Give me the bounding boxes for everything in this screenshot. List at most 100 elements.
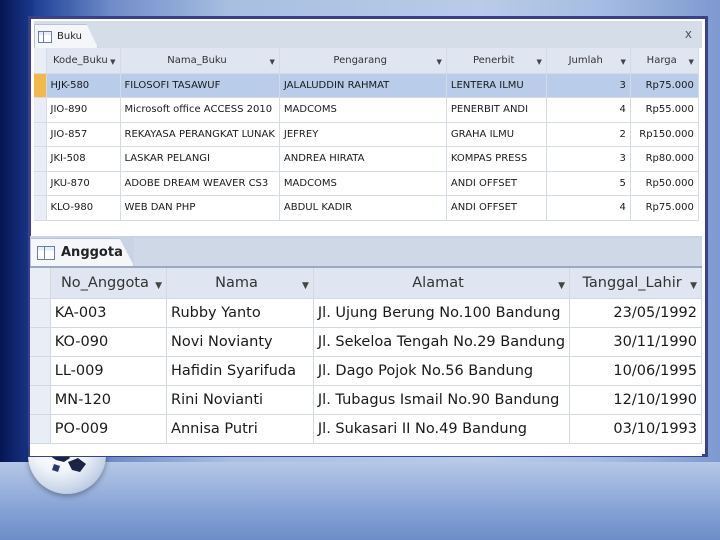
chevron-down-icon[interactable]: ▼ — [302, 281, 309, 291]
chevron-down-icon[interactable]: ▼ — [621, 58, 626, 66]
close-icon[interactable]: x — [685, 27, 692, 41]
cell-kode-buku[interactable]: KLO-980 — [46, 195, 121, 221]
record-selector[interactable] — [34, 97, 47, 123]
cell-penerbit[interactable]: ANDI OFFSET — [446, 195, 547, 221]
table-row[interactable]: PO-009 Annisa Putri Jl. Sukasari II No.4… — [30, 414, 702, 444]
column-header-jumlah[interactable]: Jumlah ▼ — [546, 48, 631, 74]
cell-tanggal-lahir[interactable]: 03/10/1993 — [569, 414, 702, 444]
column-header-nama-buku[interactable]: Nama_Buku ▼ — [120, 48, 280, 74]
cell-harga[interactable]: Rp50.000 — [630, 171, 699, 196]
cell-harga[interactable]: Rp80.000 — [630, 146, 699, 172]
table-row[interactable]: JIO-890 Microsoft office ACCESS 2010 MAD… — [34, 97, 699, 123]
record-selector[interactable] — [30, 356, 51, 386]
cell-no-anggota[interactable]: KA-003 — [50, 298, 168, 328]
cell-harga[interactable]: Rp75.000 — [630, 73, 699, 98]
buku-tab[interactable]: Buku — [34, 24, 98, 48]
cell-jumlah[interactable]: 4 — [546, 195, 631, 221]
cell-penerbit[interactable]: KOMPAS PRESS — [446, 146, 547, 172]
cell-nama-buku[interactable]: FILOSOFI TASAWUF — [120, 73, 280, 98]
table-row[interactable]: JIO-857 REKAYASA PERANGKAT LUNAK JEFREY … — [34, 122, 699, 147]
table-row[interactable]: LL-009 Hafidin Syarifuda Jl. Dago Pojok … — [30, 356, 702, 386]
cell-nama-buku[interactable]: ADOBE DREAM WEAVER CS3 — [120, 171, 280, 196]
record-selector[interactable] — [30, 414, 51, 444]
table-row[interactable]: JKU-870 ADOBE DREAM WEAVER CS3 MADCOMS A… — [34, 171, 699, 196]
cell-kode-buku[interactable]: JKI-508 — [46, 146, 121, 172]
column-header-penerbit[interactable]: Penerbit ▼ — [446, 48, 547, 74]
cell-nama[interactable]: Annisa Putri — [166, 414, 314, 444]
table-row[interactable]: KO-090 Novi Novianty Jl. Sekeloa Tengah … — [30, 327, 702, 357]
column-header-no-anggota[interactable]: No_Anggota ▼ — [50, 268, 168, 299]
cell-nama-buku[interactable]: REKAYASA PERANGKAT LUNAK — [120, 122, 280, 147]
cell-pengarang[interactable]: MADCOMS — [279, 97, 447, 123]
record-selector[interactable] — [30, 385, 51, 415]
cell-kode-buku[interactable]: JKU-870 — [46, 171, 121, 196]
cell-jumlah[interactable]: 4 — [546, 97, 631, 123]
cell-nama[interactable]: Novi Novianty — [166, 327, 314, 357]
cell-kode-buku[interactable]: HJK-580 — [46, 73, 121, 98]
column-header-nama[interactable]: Nama ▼ — [166, 268, 314, 299]
column-header-alamat[interactable]: Alamat ▼ — [313, 268, 571, 299]
cell-nama-buku[interactable]: LASKAR PELANGI — [120, 146, 280, 172]
cell-no-anggota[interactable]: LL-009 — [50, 356, 168, 386]
cell-tanggal-lahir[interactable]: 10/06/1995 — [569, 356, 702, 386]
cell-pengarang[interactable]: MADCOMS — [279, 171, 447, 196]
chevron-down-icon[interactable]: ▼ — [155, 281, 162, 291]
cell-pengarang[interactable]: JEFREY — [279, 122, 447, 147]
chevron-down-icon[interactable]: ▼ — [689, 58, 694, 66]
record-selector[interactable] — [34, 122, 47, 147]
column-header-kode-buku[interactable]: Kode_Buku ▼ — [46, 48, 121, 74]
table-row[interactable]: KA-003 Rubby Yanto Jl. Ujung Berung No.1… — [30, 298, 702, 328]
cell-kode-buku[interactable]: JIO-890 — [46, 97, 121, 123]
cell-alamat[interactable]: Jl. Dago Pojok No.56 Bandung — [313, 356, 571, 386]
select-all-cell[interactable] — [34, 48, 47, 74]
cell-nama[interactable]: Hafidin Syarifuda — [166, 356, 314, 386]
table-row[interactable]: MN-120 Rini Novianti Jl. Tubagus Ismail … — [30, 385, 702, 415]
column-header-tanggal-lahir[interactable]: Tanggal_Lahir ▼ — [569, 268, 702, 299]
cell-alamat[interactable]: Jl. Sukasari II No.49 Bandung — [313, 414, 571, 444]
column-header-harga[interactable]: Harga ▼ — [630, 48, 699, 74]
cell-alamat[interactable]: Jl. Tubagus Ismail No.90 Bandung — [313, 385, 571, 415]
cell-no-anggota[interactable]: KO-090 — [50, 327, 168, 357]
record-selector[interactable] — [34, 146, 47, 172]
table-row[interactable]: JKI-508 LASKAR PELANGI ANDREA HIRATA KOM… — [34, 146, 699, 172]
cell-nama[interactable]: Rini Novianti — [166, 385, 314, 415]
record-selector[interactable] — [34, 195, 47, 221]
record-selector[interactable] — [34, 171, 47, 196]
cell-penerbit[interactable]: GRAHA ILMU — [446, 122, 547, 147]
cell-jumlah[interactable]: 3 — [546, 146, 631, 172]
cell-nama-buku[interactable]: WEB DAN PHP — [120, 195, 280, 221]
select-all-cell[interactable] — [30, 268, 51, 299]
cell-pengarang[interactable]: ANDREA HIRATA — [279, 146, 447, 172]
cell-alamat[interactable]: Jl. Ujung Berung No.100 Bandung — [313, 298, 571, 328]
column-header-pengarang[interactable]: Pengarang ▼ — [279, 48, 447, 74]
cell-penerbit[interactable]: LENTERA ILMU — [446, 73, 547, 98]
chevron-down-icon[interactable]: ▼ — [537, 58, 542, 66]
cell-penerbit[interactable]: ANDI OFFSET — [446, 171, 547, 196]
chevron-down-icon[interactable]: ▼ — [270, 58, 275, 66]
cell-pengarang[interactable]: JALALUDDIN RAHMAT — [279, 73, 447, 98]
cell-penerbit[interactable]: PENERBIT ANDI — [446, 97, 547, 123]
cell-tanggal-lahir[interactable]: 23/05/1992 — [569, 298, 702, 328]
record-selector[interactable] — [34, 73, 47, 98]
table-row[interactable]: KLO-980 WEB DAN PHP ABDUL KADIR ANDI OFF… — [34, 195, 699, 221]
cell-nama[interactable]: Rubby Yanto — [166, 298, 314, 328]
record-selector[interactable] — [30, 327, 51, 357]
cell-harga[interactable]: Rp150.000 — [630, 122, 699, 147]
cell-no-anggota[interactable]: PO-009 — [50, 414, 168, 444]
chevron-down-icon[interactable]: ▼ — [690, 281, 697, 291]
cell-jumlah[interactable]: 2 — [546, 122, 631, 147]
cell-harga[interactable]: Rp75.000 — [630, 195, 699, 221]
cell-tanggal-lahir[interactable]: 30/11/1990 — [569, 327, 702, 357]
chevron-down-icon[interactable]: ▼ — [110, 58, 115, 66]
cell-tanggal-lahir[interactable]: 12/10/1990 — [569, 385, 702, 415]
table-row[interactable]: HJK-580 FILOSOFI TASAWUF JALALUDDIN RAHM… — [34, 73, 699, 98]
cell-alamat[interactable]: Jl. Sekeloa Tengah No.29 Bandung — [313, 327, 571, 357]
chevron-down-icon[interactable]: ▼ — [437, 58, 442, 66]
record-selector[interactable] — [30, 298, 51, 328]
cell-harga[interactable]: Rp55.000 — [630, 97, 699, 123]
anggota-tab[interactable]: Anggota — [30, 238, 134, 266]
cell-nama-buku[interactable]: Microsoft office ACCESS 2010 — [120, 97, 280, 123]
cell-pengarang[interactable]: ABDUL KADIR — [279, 195, 447, 221]
cell-jumlah[interactable]: 5 — [546, 171, 631, 196]
chevron-down-icon[interactable]: ▼ — [558, 281, 565, 291]
